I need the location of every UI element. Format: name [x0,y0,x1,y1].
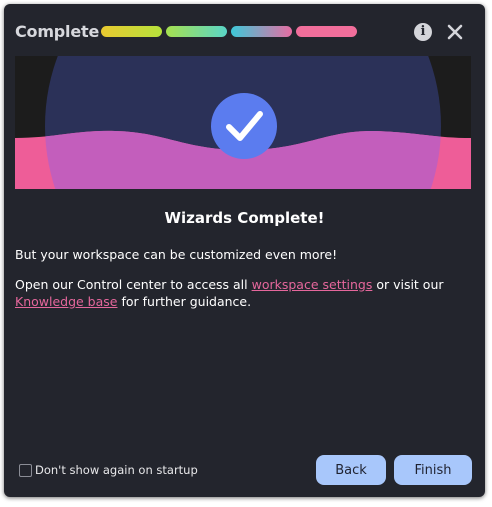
guidance-text: Open our Control center to access all wo… [15,276,475,310]
workspace-settings-link[interactable]: workspace settings [252,277,373,292]
title-bar: Complete i [4,4,485,56]
knowledge-base-link[interactable]: Knowledge base [15,294,117,309]
progress-step-2 [166,26,227,37]
progress-step-1 [101,26,162,37]
dont-show-again-label: Don't show again on startup [35,463,198,477]
info-icon[interactable]: i [414,23,432,41]
customize-text: But your workspace can be customized eve… [15,247,338,262]
checkmark-icon [211,93,277,159]
back-button[interactable]: Back [316,455,386,485]
close-icon[interactable] [445,22,465,42]
banner-illustration [15,56,471,189]
guidance-text-part3: for further guidance. [117,294,252,309]
info-glyph: i [420,24,426,39]
guidance-text-part1: Open our Control center to access all [15,277,252,292]
progress-step-4 [296,26,357,37]
progress-step-3 [231,26,292,37]
close-icon-graphic [447,24,463,40]
dialog-title: Complete [15,22,100,41]
dont-show-again-option[interactable]: Don't show again on startup [19,463,198,477]
guidance-text-part2: or visit our [372,277,444,292]
dont-show-again-checkbox[interactable] [19,463,32,477]
completion-banner [15,56,471,189]
finish-button[interactable]: Finish [394,455,472,485]
complete-dialog: Complete i Wizards Complete! But your wo… [4,4,485,497]
completion-heading: Wizards Complete! [164,209,325,227]
